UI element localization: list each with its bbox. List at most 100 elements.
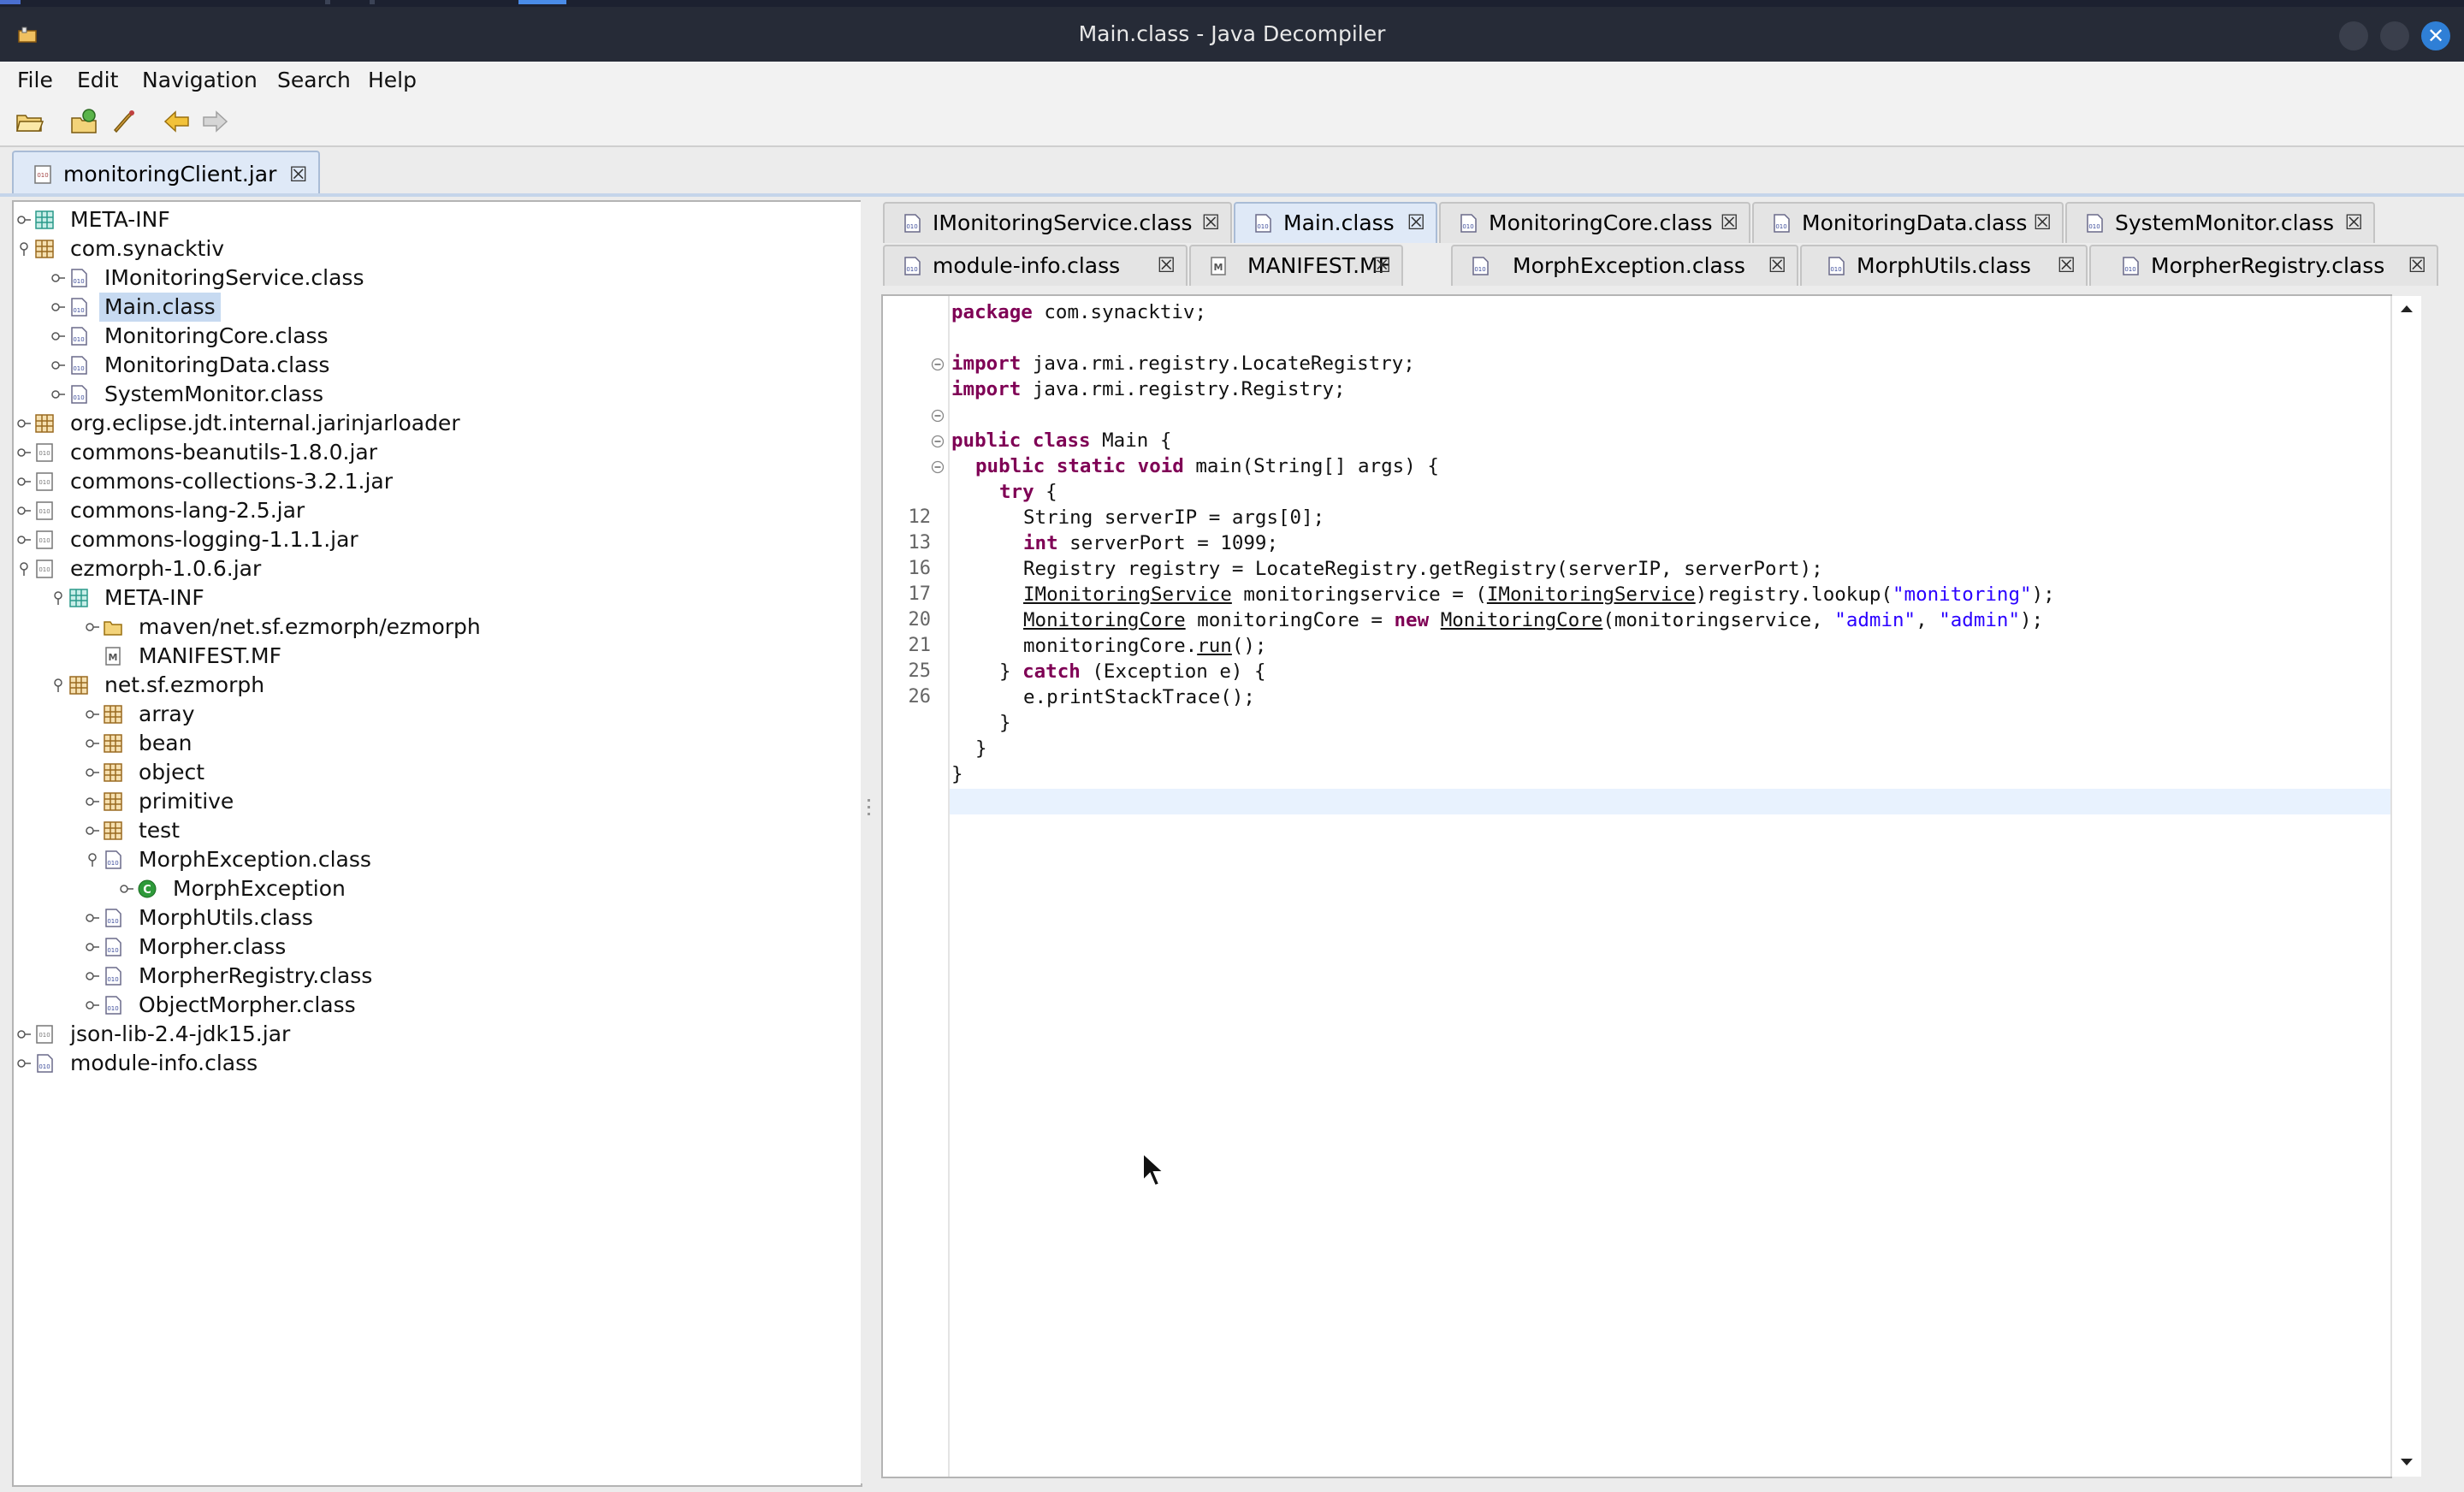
menu-file[interactable]: File	[17, 62, 53, 99]
expand-handle-icon[interactable]	[51, 300, 65, 314]
package-icon	[104, 734, 122, 753]
jar-icon	[36, 530, 53, 549]
expand-handle-icon[interactable]	[51, 329, 65, 343]
close-tab-icon[interactable]: ☒	[2057, 253, 2076, 277]
fold-toggle-icon[interactable]	[931, 435, 945, 448]
jar-icon	[36, 472, 53, 491]
tree-node-label: maven/net.sf.ezmorph/ezmorph	[139, 614, 481, 639]
class-file-icon	[105, 996, 121, 1015]
expand-handle-icon[interactable]	[17, 446, 31, 459]
expand-handle-icon[interactable]	[17, 1027, 31, 1041]
expand-handle-icon[interactable]	[51, 388, 65, 401]
close-tab-icon[interactable]: ☒	[1768, 253, 1786, 277]
open-type-icon[interactable]	[70, 108, 99, 135]
expand-handle-icon[interactable]	[86, 737, 99, 750]
fold-toggle-icon[interactable]	[931, 358, 945, 371]
menu-help[interactable]: Help	[368, 62, 417, 99]
maximize-button[interactable]	[2380, 21, 2409, 50]
open-file-icon[interactable]	[15, 108, 44, 135]
tree-node-label: commons-lang-2.5.jar	[70, 498, 305, 523]
tab-morpherregistry[interactable]: MorpherRegistry.class ☒	[2089, 245, 2438, 286]
close-tab-icon[interactable]: ☒	[1372, 253, 1391, 277]
class-file-icon	[37, 1054, 53, 1073]
fold-toggle-icon[interactable]	[931, 409, 945, 423]
tab-monitoringclient-jar[interactable]: 010 monitoringClient.jar ☒	[12, 151, 320, 197]
code-line: int serverPort = 1099;	[1023, 532, 1279, 554]
expand-handle-icon[interactable]	[17, 417, 31, 430]
expand-handle-icon[interactable]	[17, 504, 31, 518]
tree-node-label: Morpher.class	[139, 934, 287, 959]
expand-handle-icon[interactable]	[17, 533, 31, 547]
panel-splitter[interactable]	[861, 200, 878, 1483]
close-tab-icon[interactable]: ☒	[289, 163, 308, 186]
close-window-button[interactable]: ✕	[2421, 21, 2450, 50]
forward-arrow-icon[interactable]	[200, 108, 229, 135]
tab-module-info[interactable]: module-info.class ☒	[883, 245, 1188, 286]
tab-morphexception[interactable]: MorphException.class ☒	[1451, 245, 1798, 286]
jar-icon	[36, 443, 53, 462]
minimize-button[interactable]	[2339, 21, 2368, 50]
jar-icon	[36, 560, 53, 578]
search-icon[interactable]	[110, 108, 139, 135]
tree-node-label: com.synacktiv	[70, 236, 225, 261]
expand-handle-icon[interactable]	[86, 969, 99, 983]
expand-handle-icon[interactable]	[17, 1057, 31, 1070]
tab-monitoringdata[interactable]: MonitoringData.class ☒	[1752, 202, 2064, 243]
tab-label: Main.class	[1283, 210, 1395, 235]
expand-handle-icon[interactable]	[17, 475, 31, 488]
code-line: Registry registry = LocateRegistry.getRe…	[1023, 558, 1823, 580]
expand-handle-icon[interactable]	[86, 998, 99, 1012]
close-tab-icon[interactable]: ☒	[1407, 210, 1425, 234]
expand-handle-icon[interactable]	[86, 940, 99, 954]
code-line: import java.rmi.registry.Registry;	[951, 378, 1346, 400]
vertical-scrollbar[interactable]	[2390, 296, 2421, 1477]
close-tab-icon[interactable]: ☒	[2033, 210, 2052, 234]
collapse-handle-icon[interactable]	[17, 242, 31, 256]
tree-node-label: SystemMonitor.class	[104, 382, 323, 406]
tree-node-label: net.sf.ezmorph	[104, 672, 265, 697]
close-tab-icon[interactable]: ☒	[2344, 210, 2363, 234]
menu-edit[interactable]: Edit	[77, 62, 118, 99]
collapse-handle-icon[interactable]	[17, 562, 31, 576]
code-editor[interactable]: 12 13 16 17 20 21 25 26 package com.syna…	[881, 294, 2421, 1478]
expand-handle-icon[interactable]	[86, 795, 99, 808]
fold-toggle-icon[interactable]	[931, 460, 945, 474]
menu-search[interactable]: Search	[277, 62, 351, 99]
tab-morphutils[interactable]: MorphUtils.class ☒	[1800, 245, 2088, 286]
expand-handle-icon[interactable]	[51, 271, 65, 285]
tab-main-class-active[interactable]: Main.class ☒	[1234, 202, 1437, 243]
expand-handle-icon[interactable]	[86, 766, 99, 779]
folder-package-icon	[35, 210, 54, 229]
tree-node-label: MonitoringData.class	[104, 352, 330, 377]
expand-handle-icon[interactable]	[86, 824, 99, 838]
collapse-handle-icon[interactable]	[51, 591, 65, 605]
collapse-handle-icon[interactable]	[86, 853, 99, 867]
expand-handle-icon[interactable]	[86, 620, 99, 634]
line-number: 21	[908, 635, 932, 656]
tab-systemmonitor[interactable]: SystemMonitor.class ☒	[2065, 202, 2375, 243]
tab-imonitoringservice[interactable]: IMonitoringService.class ☒	[883, 202, 1232, 243]
expand-handle-icon[interactable]	[17, 213, 31, 227]
class-file-icon	[904, 214, 921, 233]
expand-handle-icon[interactable]	[51, 358, 65, 372]
class-file-icon	[71, 385, 87, 404]
expand-handle-icon[interactable]	[120, 882, 133, 896]
tab-monitoringcore[interactable]: MonitoringCore.class ☒	[1439, 202, 1750, 243]
close-tab-icon[interactable]: ☒	[1720, 210, 1738, 234]
close-tab-icon[interactable]: ☒	[1157, 253, 1176, 277]
menu-navigation[interactable]: Navigation	[142, 62, 258, 99]
scroll-down-icon[interactable]	[2399, 1456, 2414, 1468]
collapse-handle-icon[interactable]	[51, 678, 65, 692]
expand-handle-icon[interactable]	[86, 911, 99, 925]
close-tab-icon[interactable]: ☒	[1201, 210, 1220, 234]
tab-label: MonitoringCore.class	[1489, 210, 1713, 235]
current-line-highlight	[950, 789, 2390, 814]
class-file-icon	[1460, 214, 1477, 233]
class-file-icon	[1255, 214, 1271, 233]
close-tab-icon[interactable]: ☒	[2408, 253, 2426, 277]
expand-handle-icon[interactable]	[86, 708, 99, 721]
back-arrow-icon[interactable]	[163, 108, 192, 135]
scroll-up-icon[interactable]	[2399, 303, 2414, 315]
package-tree[interactable]: 010 010 M C	[12, 200, 862, 1487]
tab-manifest[interactable]: MANIFEST.MF ☒	[1189, 245, 1403, 286]
